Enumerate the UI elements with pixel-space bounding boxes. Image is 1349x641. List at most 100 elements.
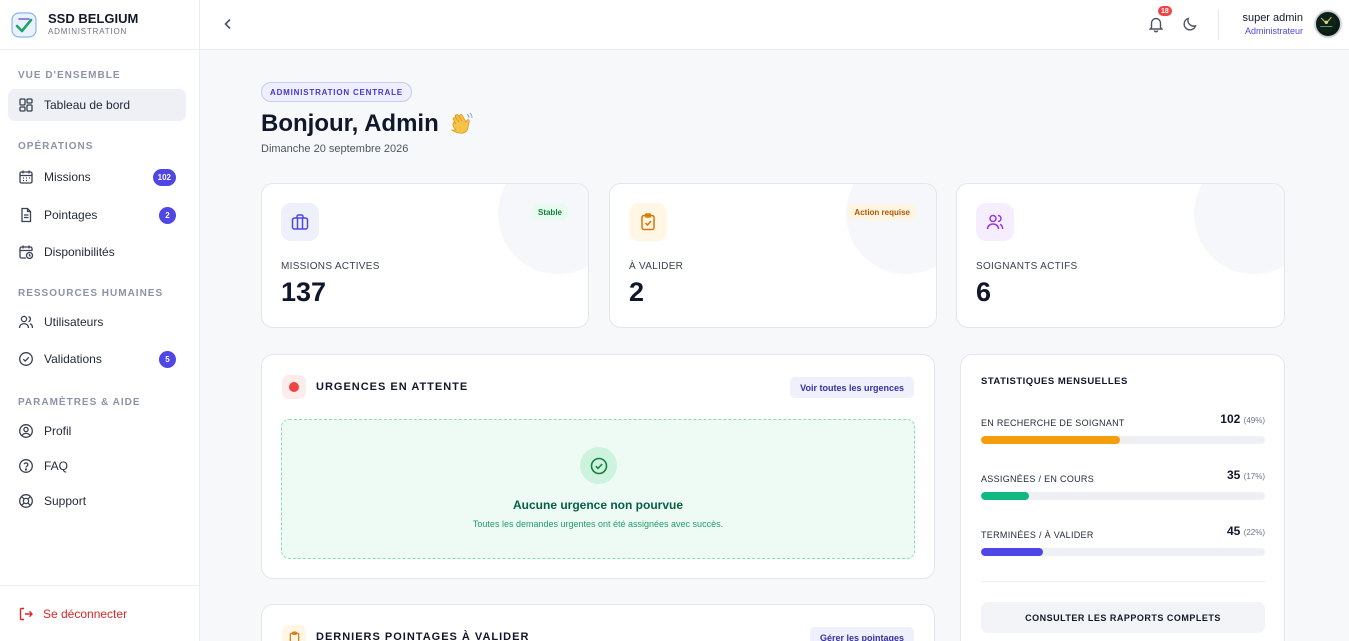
brand-logo-icon	[11, 11, 37, 38]
clipboard-icon	[282, 625, 306, 641]
waving-hand-icon	[447, 110, 475, 138]
stat-percent: (17%)	[1243, 472, 1265, 481]
sidebar-item-missions[interactable]: Missions 102	[8, 161, 186, 193]
logout-icon	[18, 606, 34, 622]
urgences-empty-state: Aucune urgence non pourvue Toutes les de…	[281, 419, 915, 559]
card-decoration	[498, 184, 588, 274]
sidebar-item-dashboard[interactable]: Tableau de bord	[8, 89, 186, 121]
kpi-label: SOIGNANTS ACTIFS	[976, 261, 1078, 272]
progress-track	[981, 492, 1265, 500]
progress-track	[981, 548, 1265, 556]
lifebuoy-icon	[18, 493, 34, 509]
sidebar-item-label: Validations	[44, 352, 102, 366]
briefcase-icon	[281, 203, 319, 241]
avatar[interactable]	[1314, 10, 1342, 38]
progress-fill	[981, 492, 1030, 500]
sidebar-item-label: Disponibilités	[44, 245, 115, 259]
stat-label: ASSIGNÉES / EN COURS	[981, 474, 1095, 484]
stat-row-terminees: TERMINÉES / À VALIDER 45 (22%)	[981, 524, 1265, 558]
sidebar-item-support[interactable]: Support	[8, 485, 186, 517]
stats-card: STATISTIQUES MENSUELLES EN RECHERCHE DE …	[960, 354, 1285, 641]
validations-count-badge: 5	[159, 351, 176, 368]
notification-count-badge: 18	[1157, 5, 1173, 17]
section-settings: PARAMÈTRES & AIDE	[18, 397, 141, 408]
stat-label: EN RECHERCHE DE SOIGNANT	[981, 418, 1125, 428]
sidebar: SSD BELGIUM ADMINISTRATION VUE D'ENSEMBL…	[0, 0, 200, 641]
calendar-icon	[18, 169, 34, 185]
sidebar-item-label: Pointages	[44, 208, 98, 222]
stat-percent: (22%)	[1243, 528, 1265, 537]
logout-button[interactable]: Se déconnecter	[0, 585, 199, 641]
progress-track	[981, 436, 1265, 444]
kpi-label: À VALIDER	[629, 261, 684, 272]
kpi-tag-action-requise: Action requise	[848, 204, 916, 220]
stat-value: 102 (49%)	[1220, 412, 1265, 426]
admin-pill: ADMINISTRATION CENTRALE	[261, 82, 412, 102]
kpi-value: 6	[976, 277, 992, 307]
kpi-label: MISSIONS ACTIVES	[281, 261, 380, 272]
section-operations: OPÉRATIONS	[18, 141, 94, 152]
users-icon	[18, 314, 34, 330]
kpi-card-missions[interactable]: Stable MISSIONS ACTIVES 137	[261, 183, 589, 328]
urgences-title: URGENCES EN ATTENTE	[316, 381, 469, 393]
stat-value: 35 (17%)	[1227, 468, 1265, 482]
sidebar-item-utilisateurs[interactable]: Utilisateurs	[8, 306, 186, 338]
stats-title: STATISTIQUES MENSUELLES	[981, 376, 1128, 387]
brand-name: SSD BELGIUM	[48, 11, 139, 26]
sidebar-item-profil[interactable]: Profil	[8, 415, 186, 447]
sidebar-item-label: FAQ	[44, 459, 69, 473]
moon-icon[interactable]	[1182, 16, 1198, 32]
sidebar-item-label: Support	[44, 494, 87, 508]
pointages-title: DERNIERS POINTAGES À VALIDER	[316, 631, 530, 641]
progress-fill	[981, 436, 1121, 444]
pointages-count-badge: 2	[159, 207, 176, 224]
card-decoration	[846, 184, 936, 274]
sidebar-item-disponibilites[interactable]: Disponibilités	[8, 236, 186, 268]
stat-count: 102	[1220, 412, 1241, 426]
brand[interactable]: SSD BELGIUM ADMINISTRATION	[0, 0, 199, 50]
document-icon	[18, 207, 34, 223]
user-circle-icon	[18, 423, 34, 439]
stat-label: TERMINÉES / À VALIDER	[981, 530, 1094, 540]
sidebar-item-faq[interactable]: FAQ	[8, 450, 186, 482]
kpi-card-soignants[interactable]: SOIGNANTS ACTIFS 6	[956, 183, 1285, 328]
view-reports-button[interactable]: CONSULTER LES RAPPORTS COMPLETS	[981, 602, 1265, 633]
stat-percent: (49%)	[1243, 416, 1265, 425]
stats-divider	[981, 581, 1265, 582]
chevron-left-icon[interactable]	[220, 16, 236, 32]
topbar-divider	[1218, 10, 1219, 40]
manage-pointages-button[interactable]: Gérer les pointages	[809, 627, 914, 641]
missions-count-badge: 102	[152, 169, 176, 186]
sidebar-item-pointages[interactable]: Pointages 2	[8, 199, 186, 231]
view-all-urgences-button[interactable]: Voir toutes les urgences	[790, 377, 914, 398]
help-circle-icon	[18, 458, 34, 474]
urgences-card: URGENCES EN ATTENTE Voir toutes les urge…	[261, 354, 935, 579]
sidebar-item-label: Tableau de bord	[44, 98, 131, 112]
sidebar-item-label: Utilisateurs	[44, 315, 104, 329]
calendar-clock-icon	[18, 244, 34, 260]
progress-fill	[981, 548, 1044, 556]
current-date: Dimanche 20 septembre 2026	[261, 143, 409, 155]
empty-state-text: Toutes les demandes urgentes ont été ass…	[472, 519, 724, 529]
sidebar-item-validations[interactable]: Validations 5	[8, 343, 186, 375]
sidebar-item-label: Missions	[44, 170, 91, 184]
user-name[interactable]: super admin	[1242, 12, 1303, 24]
dashboard-icon	[18, 97, 34, 113]
empty-state-title: Aucune urgence non pourvue	[512, 498, 683, 512]
kpi-tag-stable: Stable	[531, 204, 568, 220]
stat-row-recherche: EN RECHERCHE DE SOIGNANT 102 (49%)	[981, 412, 1265, 446]
check-circle-icon	[18, 351, 34, 367]
card-decoration	[1194, 184, 1284, 274]
stat-count: 35	[1226, 468, 1241, 482]
topbar: 18 super admin Administrateur	[200, 0, 1349, 50]
page-title: Bonjour, Admin	[261, 110, 475, 138]
greeting-text: Bonjour, Admin	[261, 110, 439, 137]
bell-icon[interactable]	[1147, 15, 1165, 33]
sidebar-item-label: Profil	[44, 424, 72, 438]
logout-label: Se déconnecter	[43, 606, 128, 621]
stat-count: 45	[1226, 524, 1241, 538]
brand-subtitle: ADMINISTRATION	[48, 27, 128, 36]
stat-value: 45 (22%)	[1227, 524, 1265, 538]
kpi-card-a-valider[interactable]: Action requise À VALIDER 2	[609, 183, 937, 328]
section-overview: VUE D'ENSEMBLE	[18, 70, 121, 81]
